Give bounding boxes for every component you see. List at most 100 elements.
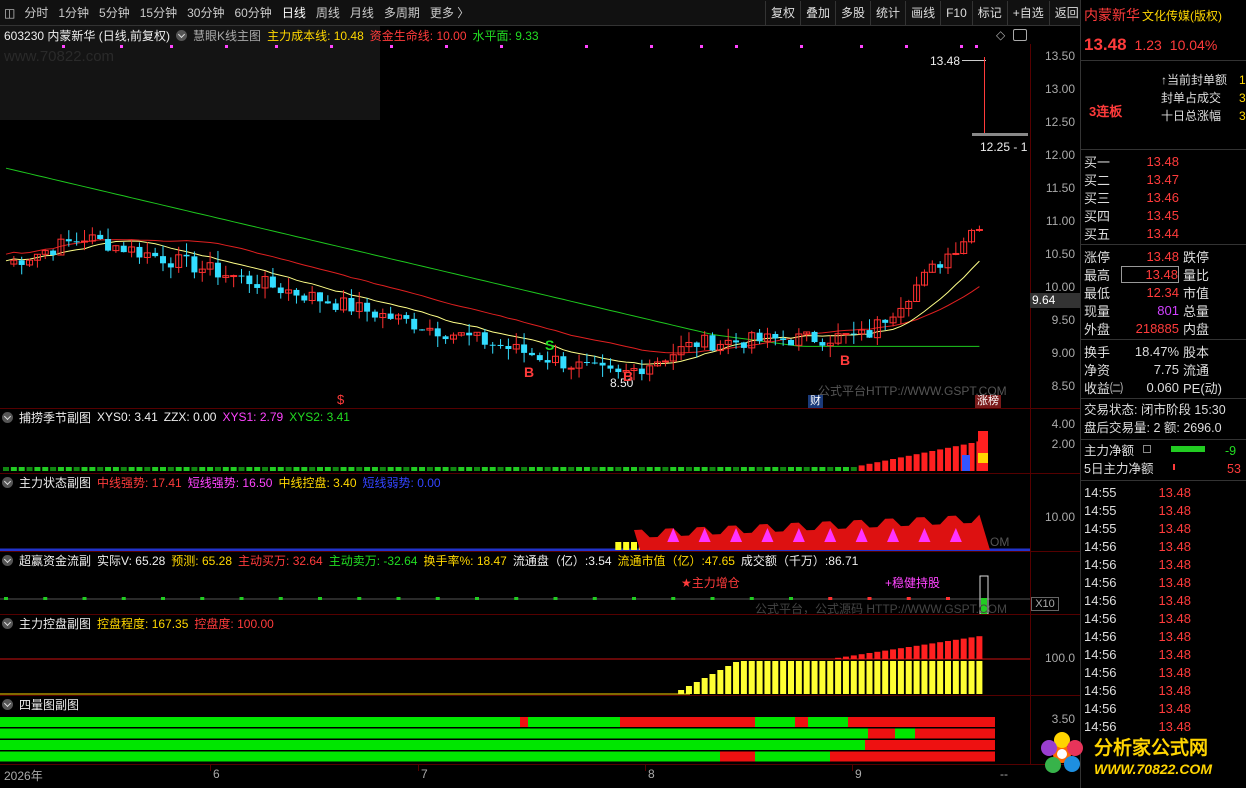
sub3-bar <box>475 597 479 600</box>
signal-dot <box>500 45 503 48</box>
net-5d-label[interactable]: 5日主力净额 <box>1084 460 1243 478</box>
sub1-bar <box>725 467 732 471</box>
tick-list[interactable]: 14:55 13.48 14:55 13.48 14:55 13.48 14:56 13.48… <box>1081 481 1246 737</box>
sub4-bar <box>945 641 951 659</box>
finance-tag[interactable]: 财 <box>808 395 823 408</box>
bid-price: 13.45 <box>1146 207 1179 223</box>
sub1-p1-value: 3.41 <box>134 410 158 424</box>
sub4-bar <box>952 661 959 694</box>
limit-up-tag[interactable]: 涨榜 <box>975 395 1001 408</box>
period-month[interactable]: 月线 <box>345 0 379 26</box>
range-line <box>984 57 985 133</box>
sub3-p1-value: 65.28 <box>135 553 166 568</box>
sub3-bar <box>396 597 401 600</box>
main-indicator-name[interactable]: 慧眼K线主图 <box>193 27 261 44</box>
period-30min[interactable]: 30分钟 <box>182 0 229 26</box>
add-watchlist-button[interactable]: +自选 <box>1006 1 1049 25</box>
sub1-bar <box>576 467 583 471</box>
dollar-mark: $ <box>337 392 345 407</box>
bid-row[interactable]: 买三 13.46 <box>1081 188 1246 206</box>
sub1-bar <box>152 467 159 471</box>
mark-button[interactable]: 标记 <box>971 1 1007 25</box>
sub3-p5-value: 18.47 <box>476 553 507 568</box>
bid-book: 买一 13.48 买二 13.47 买三 13.46 买四 13.45 买五 13.44 <box>1081 150 1246 244</box>
sub5-chart[interactable] <box>0 714 1030 764</box>
chevron-down-icon[interactable] <box>2 476 13 488</box>
signal-dot <box>225 45 228 48</box>
period-minute[interactable]: 分时 <box>19 0 53 26</box>
sub1-bar <box>631 467 637 471</box>
sub5-strip <box>848 717 995 727</box>
diamond-icon[interactable]: ◇ <box>996 28 1005 42</box>
stats-button[interactable]: 统计 <box>870 1 905 25</box>
bid-row[interactable]: 买五 13.44 <box>1081 224 1246 242</box>
candle-body <box>850 333 857 335</box>
sector-name[interactable]: 文化传媒(版权) <box>1142 7 1222 24</box>
chevron-down-icon[interactable] <box>2 554 13 566</box>
sub4-bar <box>968 661 975 694</box>
period-1min[interactable]: 1分钟 <box>53 0 94 26</box>
sub4-title[interactable]: 主力控盘副图 <box>19 615 91 632</box>
month-label: 9 <box>855 767 862 781</box>
sub1-title[interactable]: 捕捞季节副图 <box>19 409 91 426</box>
back-button[interactable]: 返回 <box>1048 1 1084 25</box>
sub4-chart[interactable] <box>0 631 1030 695</box>
signal-dot <box>445 45 448 48</box>
period-15min[interactable]: 15分钟 <box>135 0 182 26</box>
candle-body <box>317 292 323 302</box>
main-kline-chart[interactable] <box>0 44 1030 408</box>
stock-code-name: 603230 内蒙新华 (日线,前复权) <box>4 28 171 43</box>
sub1-bar <box>552 467 559 471</box>
period-60min[interactable]: 60分钟 <box>229 0 276 26</box>
fuquan-button[interactable]: 复权 <box>765 1 800 25</box>
net-main-label[interactable]: 主力净额 <box>1084 442 1243 460</box>
sub5-title[interactable]: 四量图副图 <box>19 696 79 713</box>
turnover-value: 18.47% <box>1134 343 1179 359</box>
sub3-p4-label: 主动卖万: <box>328 553 381 568</box>
tick-row: 14:56 13.48 <box>1081 573 1246 591</box>
candle-body <box>583 361 590 363</box>
chevron-down-icon[interactable] <box>2 411 13 423</box>
chevron-down-icon[interactable] <box>176 29 188 41</box>
sub1-axis: 4.00 2.00 <box>1030 409 1080 473</box>
sub3-p1-label: 实际V: <box>97 553 132 568</box>
window-menu-icon[interactable]: ◫ <box>0 0 19 26</box>
sub1-bar <box>937 449 944 471</box>
bid-row[interactable]: 买二 13.47 <box>1081 170 1246 188</box>
bid-row[interactable]: 买一 13.48 <box>1081 152 1246 170</box>
axis-end-label: -- <box>1000 767 1008 781</box>
overlay-button[interactable]: 叠加 <box>800 1 835 25</box>
signal-dot <box>275 45 278 48</box>
restore-window-icon[interactable] <box>1013 29 1027 41</box>
quote-value: 218885 <box>1135 320 1179 336</box>
sub2-chart[interactable] <box>0 490 1030 551</box>
limit-up-streak: 3连板 <box>1089 104 1123 119</box>
sub5-strip <box>720 751 755 762</box>
sub2-title[interactable]: 主力状态副图 <box>19 474 91 491</box>
sub5-strip <box>808 717 848 727</box>
tick-price: 13.48 <box>1158 556 1191 572</box>
quote-label: 市值 <box>1183 285 1210 301</box>
f10-button[interactable]: F10 <box>940 1 972 25</box>
sub1-chart[interactable] <box>0 425 1030 473</box>
chevron-down-icon[interactable] <box>2 617 13 629</box>
bid-label: 买四 <box>1084 208 1111 224</box>
sub3-title[interactable]: 超赢资金流副 <box>19 552 91 569</box>
multi-stock-button[interactable]: 多股 <box>835 1 870 25</box>
period-more[interactable]: 更多 〉 <box>425 0 474 26</box>
draw-line-button[interactable]: 画线 <box>905 1 940 25</box>
period-5min[interactable]: 5分钟 <box>94 0 135 26</box>
tick-price: 13.48 <box>1158 538 1191 554</box>
bid-row[interactable]: 买四 13.45 <box>1081 206 1246 224</box>
chevron-down-icon[interactable] <box>2 698 13 710</box>
candle-body <box>18 260 25 265</box>
expand-icon[interactable] <box>1143 445 1151 453</box>
sub4-bar <box>976 636 983 659</box>
turnover-label: PE(动) <box>1183 380 1223 396</box>
period-day[interactable]: 日线 <box>277 0 311 26</box>
candle-body <box>160 256 166 264</box>
period-multi[interactable]: 多周期 <box>379 0 425 26</box>
candle-body <box>419 329 426 331</box>
period-week[interactable]: 周线 <box>311 0 345 26</box>
x10-button[interactable]: X10 <box>1031 597 1059 611</box>
